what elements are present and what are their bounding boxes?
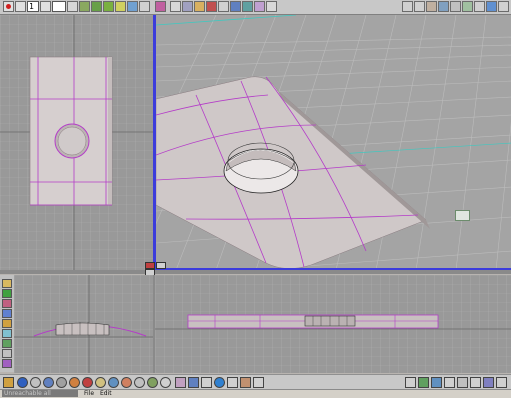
joint-icon[interactable] bbox=[227, 377, 238, 388]
cone-icon[interactable] bbox=[69, 377, 80, 388]
options-icon[interactable] bbox=[266, 1, 277, 12]
brush-icon[interactable] bbox=[254, 1, 265, 12]
graph-editor-icon[interactable] bbox=[431, 377, 442, 388]
view-cube-icon[interactable] bbox=[455, 210, 470, 221]
snap-icon[interactable] bbox=[139, 1, 150, 12]
red-dot-icon[interactable] bbox=[3, 1, 14, 12]
cube-icon[interactable] bbox=[43, 377, 54, 388]
sculpt-icon[interactable] bbox=[2, 349, 12, 358]
viewport-top[interactable] bbox=[0, 15, 153, 270]
trax-icon[interactable] bbox=[457, 377, 468, 388]
frame-field[interactable]: 1 bbox=[27, 1, 39, 12]
material-icon[interactable] bbox=[147, 377, 158, 388]
menu-file[interactable]: File bbox=[84, 390, 94, 397]
layout-icon[interactable] bbox=[230, 1, 241, 12]
bottom-shelf bbox=[0, 374, 511, 390]
folder-icon[interactable] bbox=[2, 279, 12, 288]
magnet-icon[interactable] bbox=[194, 1, 205, 12]
curve-icon[interactable] bbox=[127, 1, 138, 12]
rotate-icon[interactable] bbox=[103, 1, 114, 12]
sphere-icon[interactable] bbox=[17, 377, 28, 388]
curve-icon[interactable] bbox=[2, 329, 12, 338]
palette-icon[interactable] bbox=[2, 309, 12, 318]
camera-icon[interactable] bbox=[134, 377, 145, 388]
blend-icon[interactable] bbox=[470, 377, 481, 388]
viewport-side[interactable] bbox=[14, 275, 153, 373]
torus-icon[interactable] bbox=[82, 377, 93, 388]
horizontal-divider[interactable] bbox=[0, 270, 511, 274]
paint-icon[interactable] bbox=[2, 289, 12, 298]
script-icon[interactable] bbox=[474, 1, 485, 12]
light-icon[interactable] bbox=[121, 377, 132, 388]
layout-single-icon[interactable] bbox=[145, 262, 155, 269]
face-icon[interactable] bbox=[240, 377, 251, 388]
help-icon[interactable] bbox=[498, 1, 509, 12]
command-line[interactable]: Unreachable all bbox=[2, 390, 78, 397]
viewport-perspective[interactable] bbox=[155, 15, 511, 270]
nurbs-icon[interactable] bbox=[108, 377, 119, 388]
render-icon[interactable] bbox=[155, 1, 166, 12]
channel-icon[interactable] bbox=[426, 1, 437, 12]
attribute-icon[interactable] bbox=[438, 1, 449, 12]
menu-icon[interactable] bbox=[3, 377, 14, 388]
viewport-front-canvas bbox=[155, 275, 511, 373]
step-icon[interactable] bbox=[67, 1, 78, 12]
left-shelf bbox=[0, 275, 14, 372]
play-icon[interactable] bbox=[40, 1, 51, 12]
viewport-side-canvas bbox=[14, 275, 153, 373]
dope-sheet-icon[interactable] bbox=[444, 377, 455, 388]
frame-end-field[interactable] bbox=[52, 1, 66, 12]
cylinder-icon[interactable] bbox=[56, 377, 67, 388]
cluster-icon[interactable] bbox=[201, 377, 212, 388]
brush-icon[interactable] bbox=[2, 299, 12, 308]
sphere-gray-icon[interactable] bbox=[30, 377, 41, 388]
hypershade-icon[interactable] bbox=[418, 377, 429, 388]
globe-icon[interactable] bbox=[214, 377, 225, 388]
layout-split-icon[interactable] bbox=[156, 262, 166, 269]
render-icon[interactable] bbox=[253, 377, 264, 388]
outliner-icon[interactable] bbox=[405, 377, 416, 388]
lasso-icon[interactable] bbox=[182, 1, 193, 12]
viewport-perspective-canvas bbox=[156, 15, 511, 268]
viewport-top-canvas bbox=[0, 15, 153, 270]
play-back-icon[interactable] bbox=[15, 1, 26, 12]
expression-icon[interactable] bbox=[483, 377, 494, 388]
texture-icon[interactable] bbox=[160, 377, 171, 388]
plane-icon[interactable] bbox=[95, 377, 106, 388]
move-icon[interactable] bbox=[91, 1, 102, 12]
graph-icon[interactable] bbox=[450, 1, 461, 12]
hypergraph-icon[interactable] bbox=[462, 1, 473, 12]
outliner-icon[interactable] bbox=[414, 1, 425, 12]
help-icon[interactable] bbox=[496, 377, 507, 388]
paint-icon[interactable] bbox=[242, 1, 253, 12]
select-icon[interactable] bbox=[79, 1, 90, 12]
layer-icon[interactable] bbox=[2, 359, 12, 368]
texture-icon[interactable] bbox=[2, 319, 12, 328]
top-toolbar: 1 bbox=[0, 0, 511, 15]
scale-icon[interactable] bbox=[115, 1, 126, 12]
layer-icon[interactable] bbox=[402, 1, 413, 12]
image-icon[interactable] bbox=[2, 339, 12, 348]
light-icon[interactable] bbox=[206, 1, 217, 12]
menu-edit[interactable]: Edit bbox=[100, 390, 112, 397]
deformer-icon[interactable] bbox=[175, 377, 186, 388]
viewport-front[interactable] bbox=[155, 275, 511, 373]
grid-icon[interactable] bbox=[218, 1, 229, 12]
camera-icon[interactable] bbox=[170, 1, 181, 12]
info-icon[interactable] bbox=[486, 1, 497, 12]
lattice-icon[interactable] bbox=[188, 377, 199, 388]
